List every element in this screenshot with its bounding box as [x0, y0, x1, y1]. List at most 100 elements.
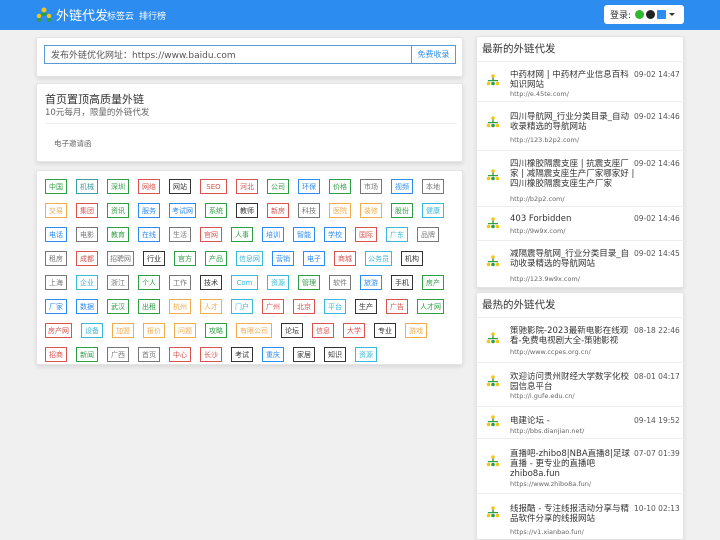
- tag-item[interactable]: 智能: [293, 227, 315, 242]
- list-item[interactable]: 策驰影院-2023最新电影在线观看-免费电视剧大全-策驰影视 08-18 22:4…: [477, 317, 685, 362]
- list-item[interactable]: 四川橡胶隔震支座 | 抗震支座厂家 | 减隔震支座生产厂家哪家好 | 四川橡胶隔…: [477, 150, 685, 206]
- tag-item[interactable]: 公务员: [365, 251, 392, 266]
- item-title[interactable]: 403 Forbidden: [510, 214, 635, 224]
- alipay-icon[interactable]: [657, 10, 667, 19]
- tag-item[interactable]: 行业: [143, 251, 165, 266]
- tag-item[interactable]: 企业: [76, 275, 98, 290]
- tag-item[interactable]: 重庆: [262, 347, 284, 362]
- tag-item[interactable]: 旅游: [360, 275, 382, 290]
- tag-item[interactable]: 培训: [262, 227, 284, 242]
- tag-item[interactable]: 品牌: [417, 227, 439, 242]
- tag-item[interactable]: 人才: [200, 299, 222, 314]
- tag-item[interactable]: 出租: [138, 299, 160, 314]
- tag-item[interactable]: 杭州: [169, 299, 191, 314]
- tag-item[interactable]: 北京: [293, 299, 315, 314]
- tag-item[interactable]: 服务: [138, 203, 160, 218]
- qq-icon[interactable]: [646, 10, 656, 19]
- tag-item[interactable]: 深圳: [107, 179, 129, 194]
- tag-item[interactable]: 集团: [76, 203, 98, 218]
- list-item[interactable]: 四川导航网_行业分类目录_自动收录精选的导航网站 09-02 14:46 http:…: [477, 101, 685, 150]
- tag-item[interactable]: 上海: [45, 275, 67, 290]
- tag-item[interactable]: SEO: [200, 179, 227, 194]
- tag-item[interactable]: 市场: [360, 179, 382, 194]
- tag-item[interactable]: 知识: [324, 347, 346, 362]
- tag-item[interactable]: 攻略: [205, 323, 227, 338]
- tag-item[interactable]: 专业: [374, 323, 396, 338]
- promo-link[interactable]: 电子邀请函: [54, 138, 92, 149]
- tag-item[interactable]: 医院: [329, 203, 351, 218]
- tag-item[interactable]: 武汉: [107, 299, 129, 314]
- tag-item[interactable]: 中心: [169, 347, 191, 362]
- tag-item[interactable]: 营销: [272, 251, 294, 266]
- item-title[interactable]: 电建论坛 -: [510, 416, 635, 426]
- list-item[interactable]: 线报酷 - 专注线报活动分享与精品软件分享的线报网站 10-10 02:13 htt…: [477, 493, 685, 540]
- tag-item[interactable]: 股份: [391, 203, 413, 218]
- url-input[interactable]: 发布外链优化网址：https://www.baidu.com: [44, 45, 413, 64]
- tag-item[interactable]: 租房: [45, 251, 67, 266]
- tag-item[interactable]: 生产: [355, 299, 377, 314]
- tag-item[interactable]: 房产网: [45, 323, 72, 338]
- item-title[interactable]: 欢迎访问贵州财经大学数字化校园信息平台: [510, 372, 635, 392]
- tag-item[interactable]: 健康: [422, 203, 444, 218]
- tag-item[interactable]: 中国: [45, 179, 67, 194]
- tag-item[interactable]: 网站: [169, 179, 191, 194]
- tag-item[interactable]: 教师: [236, 203, 258, 218]
- tag-item[interactable]: 本地: [422, 179, 444, 194]
- tag-item[interactable]: 手机: [391, 275, 413, 290]
- tag-item[interactable]: 设备: [81, 323, 103, 338]
- tag-item[interactable]: 资源: [267, 275, 289, 290]
- tag-item[interactable]: 广东: [386, 227, 408, 242]
- tag-item[interactable]: 信息网: [236, 251, 263, 266]
- tag-item[interactable]: 大学: [343, 323, 365, 338]
- tag-item[interactable]: 浙江: [107, 275, 129, 290]
- tag-item[interactable]: 考试网: [169, 203, 196, 218]
- tag-item[interactable]: 人事: [231, 227, 253, 242]
- tag-item[interactable]: 教育: [107, 227, 129, 242]
- tag-item[interactable]: 技术: [200, 275, 222, 290]
- tag-item[interactable]: 招商: [45, 347, 67, 362]
- tag-item[interactable]: 游戏: [405, 323, 427, 338]
- login-button[interactable]: 登录:: [604, 5, 684, 24]
- tag-item[interactable]: Com: [231, 275, 258, 290]
- list-item[interactable]: 减隔震导航网_行业分类目录_自动收录精选的导航网站 09-02 14:45 http…: [477, 240, 685, 288]
- tag-item[interactable]: 机构: [401, 251, 423, 266]
- nav-tag-cloud[interactable]: 标签云: [107, 9, 134, 22]
- tag-item[interactable]: 环保: [298, 179, 320, 194]
- tag-item[interactable]: 官网: [200, 227, 222, 242]
- tag-item[interactable]: 在线: [138, 227, 160, 242]
- item-title[interactable]: 策驰影院-2023最新电影在线观看-免费电视剧大全-策驰影视: [510, 326, 635, 346]
- tag-item[interactable]: 生活: [169, 227, 191, 242]
- tag-item[interactable]: 门户: [231, 299, 253, 314]
- tag-item[interactable]: 论坛: [281, 323, 303, 338]
- tag-item[interactable]: 机械: [76, 179, 98, 194]
- tag-item[interactable]: 报价: [143, 323, 165, 338]
- tag-item[interactable]: 成都: [76, 251, 98, 266]
- tag-item[interactable]: 数据: [76, 299, 98, 314]
- item-title[interactable]: 四川导航网_行业分类目录_自动收录精选的导航网站: [510, 112, 635, 132]
- tag-item[interactable]: 房产: [422, 275, 444, 290]
- tag-item[interactable]: 工作: [169, 275, 191, 290]
- tag-item[interactable]: 商城: [334, 251, 356, 266]
- item-title[interactable]: 减隔震导航网_行业分类目录_自动收录精选的导航网站: [510, 249, 635, 269]
- tag-item[interactable]: 产品: [205, 251, 227, 266]
- tag-item[interactable]: 人才网: [417, 299, 444, 314]
- tag-item[interactable]: 招聘网: [107, 251, 134, 266]
- list-item[interactable]: 直播吧-zhibo8|NBA直播8|足球直播 - 更专业的直播吧 zhibo8a…: [477, 438, 685, 493]
- tag-item[interactable]: 价格: [329, 179, 351, 194]
- tag-item[interactable]: 首页: [138, 347, 160, 362]
- list-item[interactable]: 中药材网 | 中药材产业信息百科知识网站 09-02 14:47 http://e.…: [477, 61, 685, 101]
- brand[interactable]: 外链代发: [35, 5, 108, 24]
- tag-item[interactable]: 新闻: [76, 347, 98, 362]
- wechat-icon[interactable]: [635, 10, 645, 19]
- nav-ranking[interactable]: 排行榜: [139, 9, 166, 22]
- tag-item[interactable]: 广州: [262, 299, 284, 314]
- tag-item[interactable]: 官方: [174, 251, 196, 266]
- tag-item[interactable]: 视频: [391, 179, 413, 194]
- tag-item[interactable]: 厂家: [45, 299, 67, 314]
- tag-item[interactable]: 广告: [386, 299, 408, 314]
- tag-item[interactable]: 问题: [174, 323, 196, 338]
- tag-item[interactable]: 有限公司: [236, 323, 272, 338]
- tag-item[interactable]: 新房: [267, 203, 289, 218]
- tag-item[interactable]: 管理: [298, 275, 320, 290]
- free-submit-button[interactable]: 免费收录: [411, 45, 456, 64]
